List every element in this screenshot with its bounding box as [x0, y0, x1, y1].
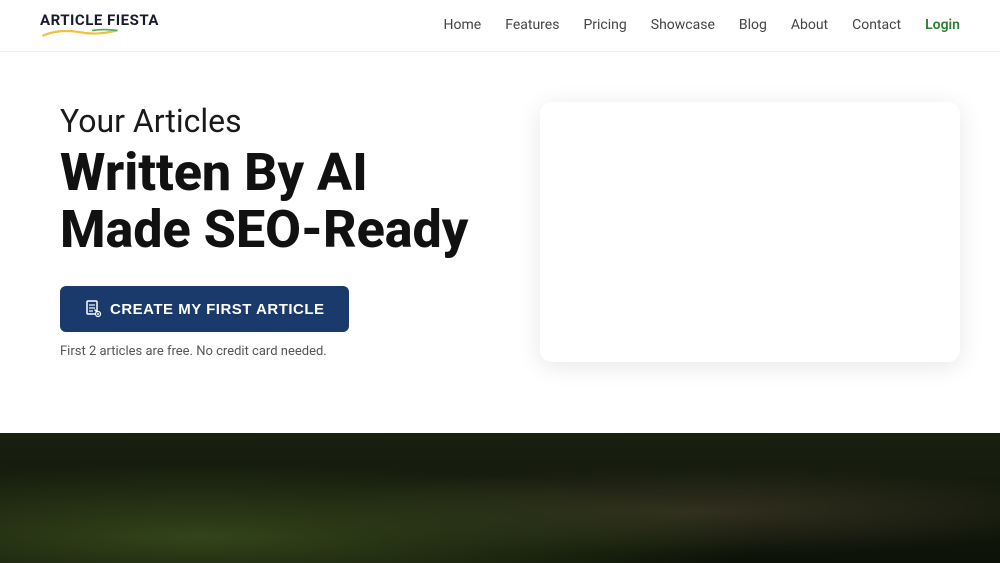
document-icon — [84, 300, 102, 318]
cta-note: First 2 articles are free. No credit car… — [60, 344, 510, 359]
nav-about[interactable]: About — [791, 17, 828, 33]
nav-home[interactable]: Home — [444, 17, 482, 33]
nav-features[interactable]: Features — [505, 17, 559, 33]
main-nav: Home Features Pricing Showcase Blog Abou… — [444, 17, 960, 33]
nav-contact[interactable]: Contact — [852, 17, 901, 33]
hero-content: Your Articles Written By AI Made SEO-Rea… — [60, 92, 510, 360]
bottom-section — [0, 433, 1000, 563]
hero-section: Your Articles Written By AI Made SEO-Rea… — [0, 52, 1000, 452]
logo-swoosh-icon — [40, 27, 120, 39]
nav-blog[interactable]: Blog — [739, 17, 767, 33]
logo[interactable]: ARTICLE FIESTA — [40, 12, 159, 39]
cta-button-label: CREATE MY FIRST ARTICLE — [110, 301, 325, 318]
nav-pricing[interactable]: Pricing — [583, 17, 626, 33]
nav-login[interactable]: Login — [925, 17, 960, 33]
hero-preview — [540, 102, 960, 362]
article-preview-card — [540, 102, 960, 362]
dark-scene-bg — [0, 433, 1000, 563]
hero-title: Written By AI Made SEO-Ready — [60, 144, 510, 258]
nav-showcase[interactable]: Showcase — [651, 17, 715, 33]
create-article-button[interactable]: CREATE MY FIRST ARTICLE — [60, 286, 349, 332]
header: ARTICLE FIESTA Home Features Pricing Sho… — [0, 0, 1000, 52]
hero-subtitle: Your Articles — [60, 102, 510, 140]
